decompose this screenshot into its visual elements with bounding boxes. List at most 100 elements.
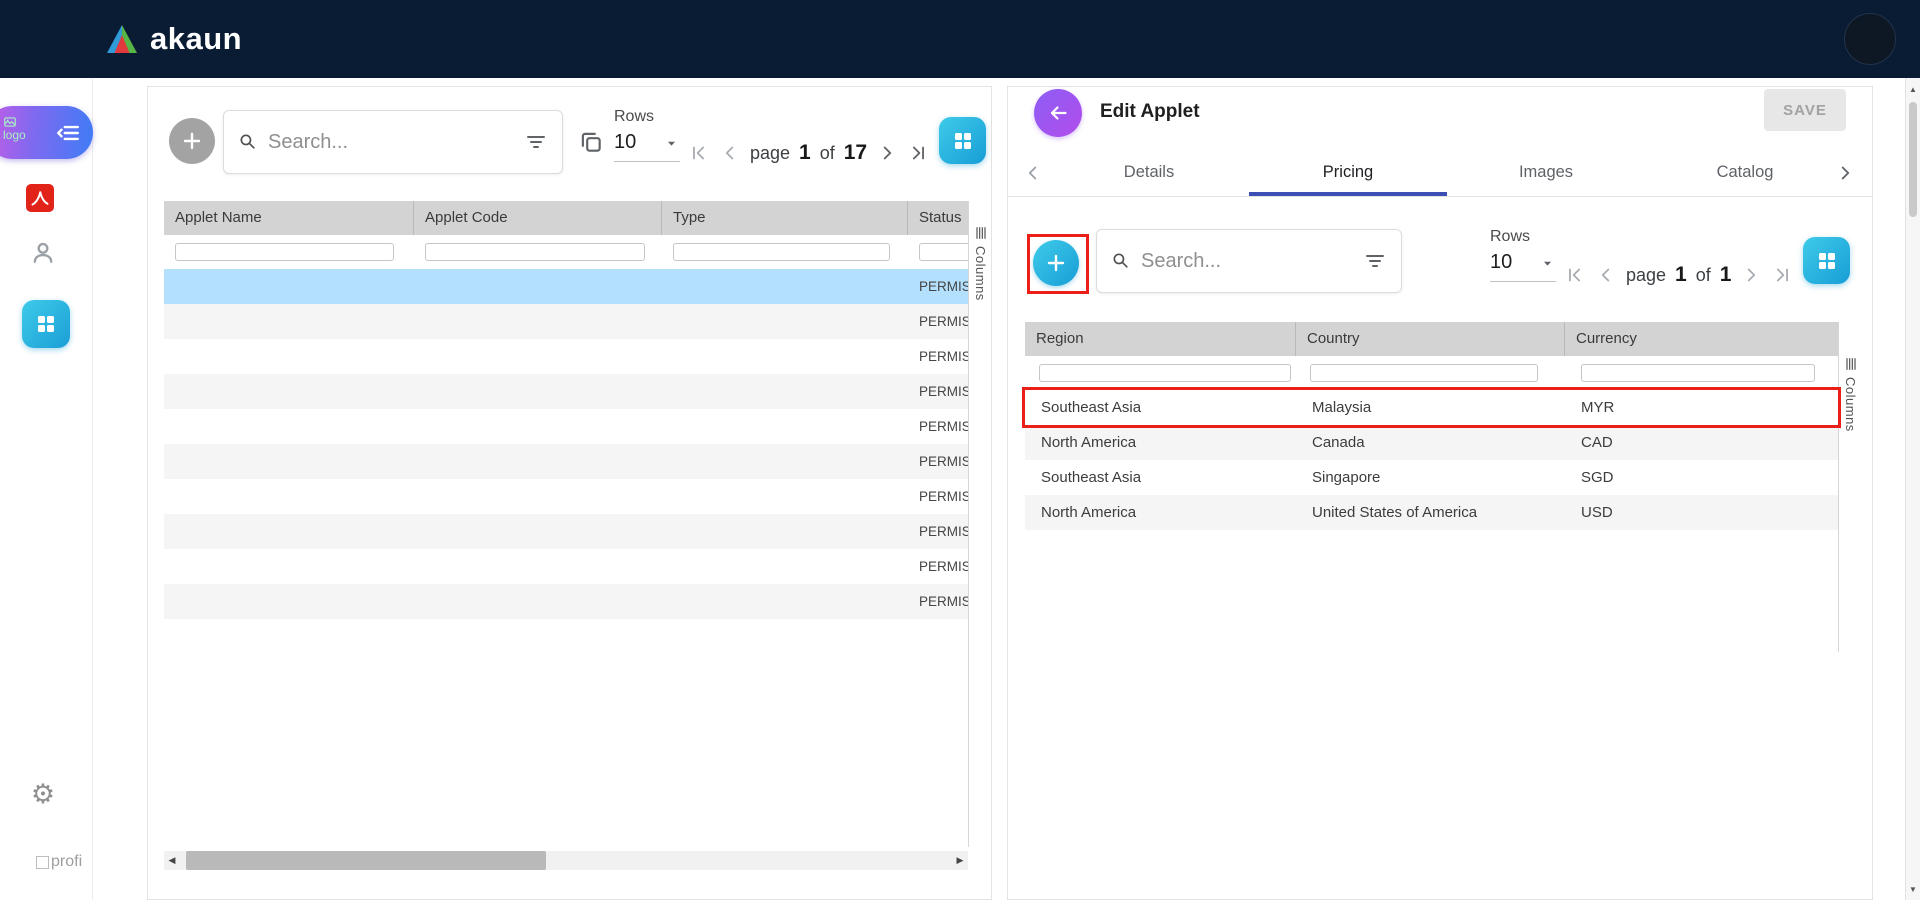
table-row[interactable]: PERMIS (164, 269, 968, 304)
pdf-icon (24, 182, 56, 214)
column-header-status: Status (908, 201, 968, 235)
next-page-icon[interactable] (1740, 264, 1762, 286)
table-row[interactable]: PERMIS (164, 479, 968, 514)
page-scrollbar[interactable]: ▲ ▼ (1905, 78, 1920, 900)
broken-image-icon (3, 115, 17, 129)
tabs-scroll-right-icon[interactable] (1834, 148, 1856, 197)
tab-catalog[interactable]: Catalog (1646, 148, 1844, 197)
filter-input-status[interactable] (919, 243, 968, 261)
copy-pages-icon[interactable] (578, 129, 604, 155)
filter-input-region[interactable] (1039, 364, 1291, 382)
profile-label: profi (51, 853, 82, 871)
filter-input-country[interactable] (1310, 364, 1538, 382)
plus-icon (1044, 251, 1068, 275)
pricing-table: Region Country Currency Southeast Asia M… (1025, 322, 1838, 530)
save-button[interactable]: SAVE (1764, 89, 1846, 131)
edit-applet-panel: Edit Applet SAVE Details Pricing Images … (1007, 86, 1873, 900)
tab-details[interactable]: Details (1050, 148, 1248, 197)
table-row[interactable]: North America United States of America U… (1025, 495, 1838, 530)
table-row[interactable]: Southeast Asia Malaysia MYR (1025, 390, 1838, 425)
caret-down-icon (663, 135, 680, 152)
sidebar: logo ⚙ profi (0, 78, 93, 900)
add-pricing-button[interactable] (1033, 240, 1079, 286)
scroll-right-icon[interactable]: ▶ (952, 851, 968, 870)
search-icon (238, 132, 258, 152)
columns-panel-label: Columns (973, 246, 988, 301)
applet-table-header: Applet Name Applet Code Type Status (164, 201, 968, 235)
columns-panel-label: Columns (1843, 377, 1858, 432)
grid-view-button[interactable] (1803, 237, 1850, 284)
scroll-down-icon[interactable]: ▼ (1906, 881, 1920, 897)
prev-page-icon[interactable] (719, 142, 741, 164)
sidebar-item-users[interactable] (26, 236, 60, 270)
scroll-up-icon[interactable]: ▲ (1906, 81, 1920, 97)
of-label: of (1696, 265, 1711, 286)
page-label: page (750, 143, 790, 164)
tab-bar: Details Pricing Images Catalog (1008, 148, 1872, 197)
tabs-scroll-left-icon[interactable] (1022, 148, 1044, 197)
filter-input-currency[interactable] (1581, 364, 1815, 382)
page-title: Edit Applet (1100, 101, 1200, 123)
columns-grip-icon[interactable] (973, 225, 989, 241)
sidebar-collapse-button[interactable]: logo (0, 106, 93, 159)
gear-icon: ⚙ (31, 778, 55, 810)
column-header-region: Region (1025, 322, 1296, 356)
rows-label: Rows (614, 108, 680, 126)
horizontal-scrollbar[interactable]: ◀ ▶ (164, 851, 968, 870)
next-page-icon[interactable] (876, 142, 898, 164)
last-page-icon[interactable] (1771, 264, 1793, 286)
rows-label: Rows (1490, 228, 1556, 246)
applet-filter-row (164, 235, 968, 269)
rows-value: 10 (1490, 251, 1512, 274)
table-row[interactable]: PERMIS (164, 514, 968, 549)
first-page-icon[interactable] (1564, 264, 1586, 286)
table-row[interactable]: PERMIS (164, 409, 968, 444)
table-row[interactable]: PERMIS (164, 444, 968, 479)
back-button[interactable] (1034, 89, 1082, 137)
table-row[interactable]: North America Canada CAD (1025, 425, 1838, 460)
last-page-icon[interactable] (907, 142, 929, 164)
sidebar-logo-broken-image: logo (3, 115, 26, 142)
filter-icon[interactable] (1363, 249, 1387, 273)
user-avatar[interactable] (1844, 13, 1896, 65)
page-scrollbar-thumb[interactable] (1909, 102, 1917, 217)
rows-per-page-dropdown[interactable]: 10 (614, 131, 680, 162)
column-header-type: Type (662, 201, 908, 235)
brand-name: akaun (150, 21, 242, 57)
page-total: 17 (844, 141, 867, 165)
sidebar-item-pdf[interactable] (24, 182, 56, 214)
filter-input-applet-name[interactable] (175, 243, 394, 261)
collapse-menu-icon (55, 120, 81, 146)
table-row[interactable]: Southeast Asia Singapore SGD (1025, 460, 1838, 495)
scroll-left-icon[interactable]: ◀ (164, 851, 180, 870)
filter-input-applet-code[interactable] (425, 243, 645, 261)
pricing-search-input[interactable] (1141, 250, 1355, 273)
columns-grip-icon[interactable] (1843, 356, 1859, 372)
table-row[interactable]: PERMIS (164, 304, 968, 339)
tab-images[interactable]: Images (1447, 148, 1645, 197)
grid-view-button[interactable] (939, 117, 986, 164)
first-page-icon[interactable] (688, 142, 710, 164)
columns-panel: Columns (968, 201, 992, 847)
sidebar-item-applets[interactable] (22, 300, 70, 348)
pricing-table-header: Region Country Currency (1025, 322, 1838, 356)
tab-pricing[interactable]: Pricing (1249, 148, 1447, 197)
applet-search-input[interactable] (268, 131, 516, 154)
rows-per-page-dropdown[interactable]: 10 (1490, 251, 1556, 282)
sidebar-item-settings[interactable]: ⚙ (28, 778, 58, 810)
caret-down-icon (1539, 255, 1556, 272)
rows-per-page-control: Rows 10 (1490, 228, 1556, 282)
horizontal-scrollbar-thumb[interactable] (186, 851, 546, 870)
table-row[interactable]: PERMIS (164, 339, 968, 374)
brand-triangle-icon (104, 23, 140, 55)
table-row[interactable]: PERMIS (164, 374, 968, 409)
add-applet-button[interactable] (169, 118, 215, 164)
grid-view-icon (951, 129, 975, 153)
page-total: 1 (1720, 263, 1732, 287)
filter-icon[interactable] (524, 130, 548, 154)
prev-page-icon[interactable] (1595, 264, 1617, 286)
table-row[interactable]: PERMIS (164, 584, 968, 619)
sidebar-profile[interactable]: profi (36, 853, 82, 871)
table-row[interactable]: PERMIS (164, 549, 968, 584)
filter-input-type[interactable] (673, 243, 890, 261)
